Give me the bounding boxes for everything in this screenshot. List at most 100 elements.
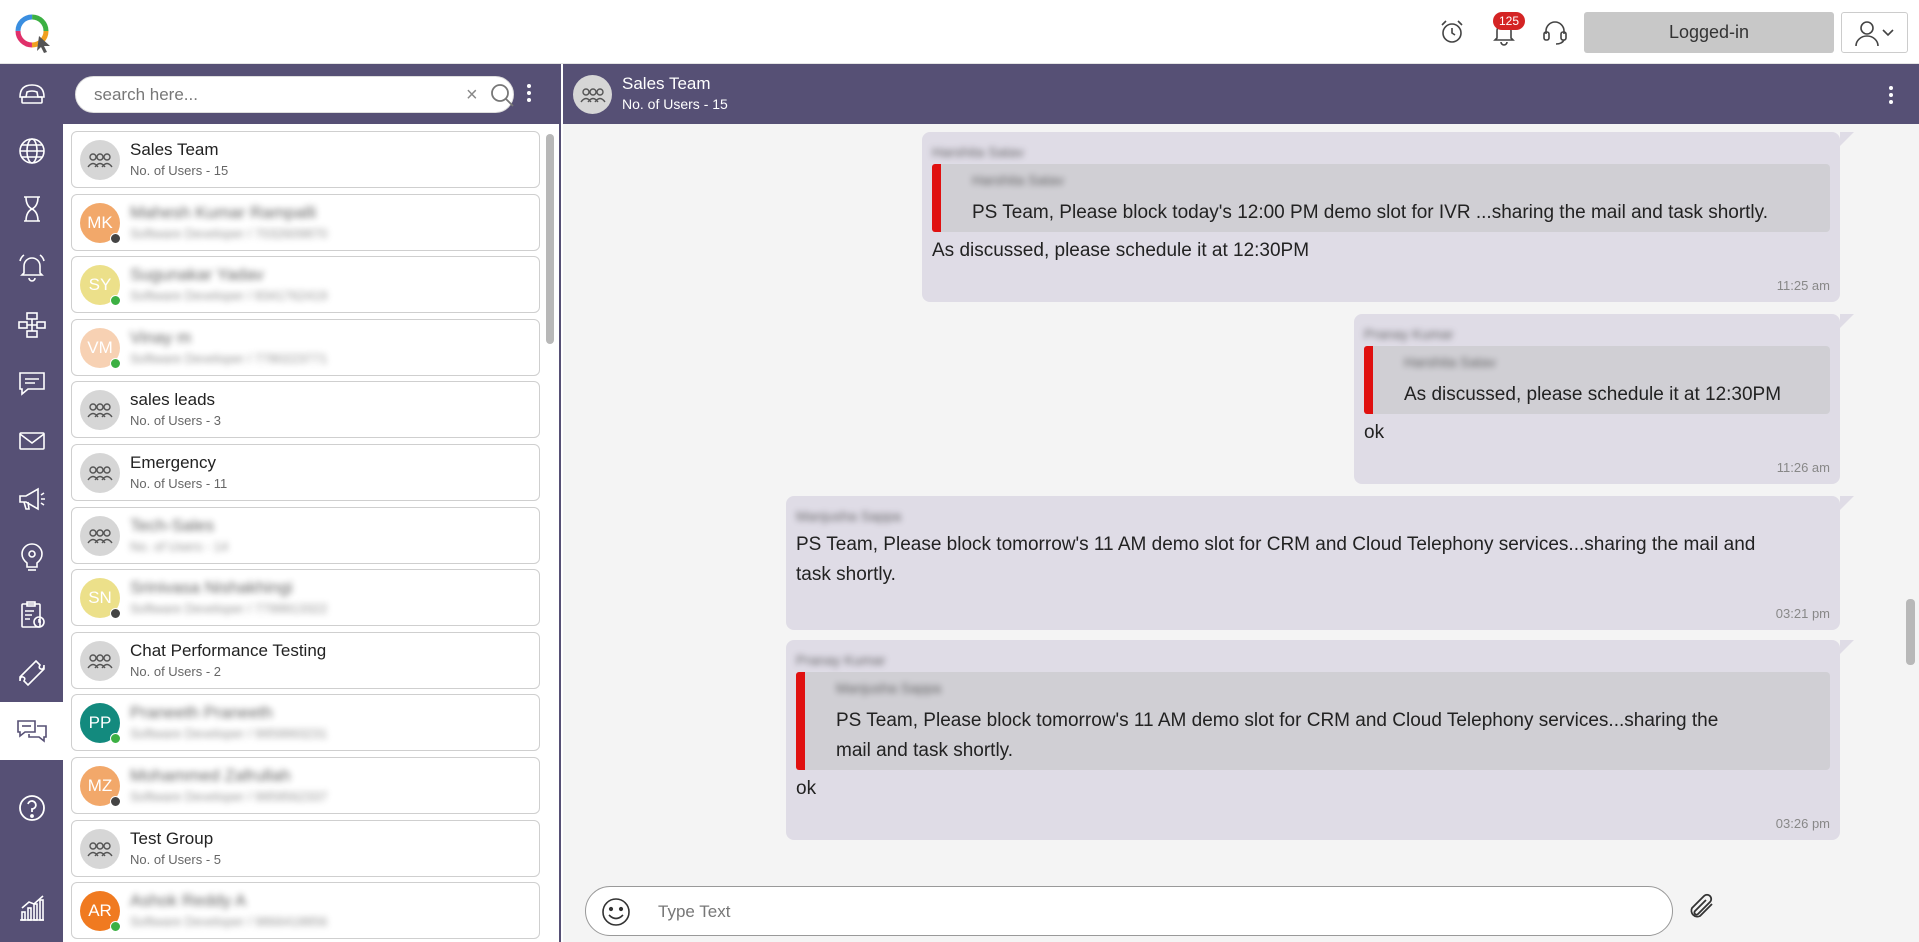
notification-count-badge: 125 bbox=[1493, 12, 1526, 30]
contact-name: Test Group bbox=[130, 828, 214, 848]
contact-item[interactable]: SY Sugunakar Yadav Software Developer / 83… bbox=[71, 256, 540, 314]
sidebar-item-flows[interactable] bbox=[0, 296, 63, 354]
contact-item[interactable]: Emergency No. of Users - 11 bbox=[71, 444, 540, 501]
sidebar-item-tasks[interactable] bbox=[0, 586, 63, 644]
sidebar-item-analytics[interactable] bbox=[0, 879, 63, 937]
contact-item[interactable]: MZ Mohammed Zafrullah Software Developer /… bbox=[71, 757, 540, 814]
status-button[interactable]: Logged-in bbox=[1584, 12, 1834, 53]
clear-search-icon[interactable]: × bbox=[466, 84, 478, 107]
quoted-message[interactable]: Harshita Satav As discussed, please sche… bbox=[1364, 346, 1830, 414]
search-icon[interactable] bbox=[489, 82, 515, 108]
message-sender: Manjusha Sappa bbox=[796, 508, 902, 524]
sidebar-item-globe[interactable] bbox=[0, 122, 63, 180]
contact-subtitle: No. of Users - 11 bbox=[130, 476, 228, 491]
message-text: As discussed, please schedule it at 12:3… bbox=[932, 240, 1310, 261]
contact-subtitle: Software Developer / 7799913322 bbox=[130, 601, 328, 617]
contact-item[interactable]: Chat Performance Testing No. of Users - 2 bbox=[71, 631, 540, 689]
hourglass-icon bbox=[23, 196, 40, 222]
chat-bubbles-icon bbox=[16, 720, 47, 743]
group-avatar bbox=[80, 515, 120, 556]
contact-list-scrollbar[interactable] bbox=[546, 134, 554, 344]
contact-subtitle: Software Developer / 9866418856 bbox=[130, 914, 328, 930]
quoted-message[interactable]: Manjusha Sappa PS Team, Please block tom… bbox=[796, 672, 1830, 770]
chat-icon bbox=[18, 372, 45, 396]
quoted-message[interactable]: Harshita Satav PS Team, Please block tod… bbox=[932, 164, 1830, 232]
presence-status-dot bbox=[110, 796, 121, 807]
contact-item[interactable]: sales leads No. of Users - 3 bbox=[71, 381, 540, 439]
chat-menu-icon[interactable] bbox=[1889, 86, 1893, 104]
sidebar-item-email[interactable] bbox=[0, 412, 63, 470]
search-box: × bbox=[75, 76, 514, 113]
contact-subtitle: No. of Users - 5 bbox=[130, 851, 222, 867]
alarm-clock-icon[interactable] bbox=[1434, 14, 1470, 50]
contact-item[interactable]: VM Vinay m Software Developer / 7780223771 bbox=[71, 318, 540, 376]
group-icon bbox=[87, 403, 113, 418]
sidebar-item-messages[interactable] bbox=[0, 354, 63, 412]
message-text-line: PS Team, Please block tomorrow's 11 AM d… bbox=[796, 534, 1756, 555]
attachment-icon[interactable] bbox=[1686, 890, 1720, 924]
message-composer bbox=[585, 886, 1673, 936]
help-icon bbox=[18, 795, 45, 821]
contact-item[interactable]: PP Praneeth Praneeth Software Developer / … bbox=[71, 694, 540, 752]
contact-item[interactable]: Sales Team No. of Users - 15 bbox=[71, 131, 540, 188]
quoted-text: As discussed, please schedule it at 12:3… bbox=[1404, 384, 1782, 405]
user-menu-button[interactable] bbox=[1841, 12, 1908, 53]
contact-subtitle: Software Developer / 8341762419 bbox=[130, 288, 328, 304]
message-sender: Harshita Satav bbox=[932, 144, 1024, 160]
group-icon bbox=[87, 841, 113, 857]
contact-name: Srinivasa Nishakhingi bbox=[130, 578, 293, 598]
contact-name: Sales Team bbox=[130, 140, 219, 159]
contact-item[interactable]: Test Group No. of Users - 5 bbox=[71, 819, 540, 877]
lightbulb-icon bbox=[20, 543, 43, 571]
group-icon bbox=[87, 528, 113, 544]
chat-member-count: No. of Users - 15 bbox=[622, 96, 728, 112]
contact-item[interactable]: MK Mahesh Kumar Rampalli Software Develope… bbox=[71, 193, 540, 251]
contact-item[interactable]: Tech-Sales No. of Users - 14 bbox=[71, 506, 540, 564]
globe-icon bbox=[18, 138, 45, 164]
presence-status-dot bbox=[110, 357, 121, 369]
search-input[interactable] bbox=[94, 83, 434, 107]
contact-subtitle: Software Developer / 9959993231 bbox=[130, 726, 328, 742]
message-bubble: Pranay Kumar Harshita Satav As discussed… bbox=[1354, 314, 1854, 484]
user-icon bbox=[1854, 20, 1894, 46]
app-logo-icon[interactable] bbox=[13, 12, 55, 54]
chat-scrollbar[interactable] bbox=[1906, 599, 1915, 665]
sidebar-item-help[interactable] bbox=[0, 779, 63, 837]
contacts-header: × bbox=[63, 64, 559, 124]
contact-item[interactable]: SN Srinivasa Nishakhingi Software Develope… bbox=[71, 569, 540, 627]
contacts-panel: × Sales Team No. of Users - 15 MKMahesh Ku… bbox=[63, 64, 561, 942]
group-avatar bbox=[80, 828, 120, 869]
message-time: 03:21 pm bbox=[1775, 606, 1830, 621]
contact-subtitle: Software Developer / 7032609870 bbox=[130, 225, 328, 241]
sidebar-nav bbox=[0, 64, 63, 942]
group-icon bbox=[579, 87, 606, 102]
sidebar-item-timer[interactable] bbox=[0, 180, 63, 238]
message-time: 03:26 pm bbox=[1775, 816, 1830, 831]
contacts-menu-icon[interactable] bbox=[527, 84, 531, 102]
group-icon bbox=[87, 466, 113, 481]
contact-name: Ashok Reddy A bbox=[130, 891, 247, 911]
chat-panel: Sales Team No. of Users - 15 Harshita Sa… bbox=[563, 64, 1919, 942]
message-text: ok bbox=[796, 778, 817, 799]
headset-icon[interactable] bbox=[1537, 14, 1573, 50]
contact-item[interactable]: AR Ashok Reddy A Software Developer / 9866… bbox=[71, 882, 540, 940]
emoji-icon[interactable] bbox=[600, 896, 632, 928]
contact-name: Tech-Sales bbox=[130, 515, 215, 535]
contact-name: Sugunakar Yadav bbox=[130, 265, 264, 285]
presence-status-dot bbox=[110, 921, 121, 933]
message-sender: Pranay Kumar bbox=[1364, 326, 1454, 342]
phone-icon bbox=[18, 84, 45, 104]
sidebar-item-ideas[interactable] bbox=[0, 528, 63, 586]
sidebar-item-chat[interactable] bbox=[0, 702, 63, 760]
sidebar-item-phone[interactable] bbox=[0, 64, 63, 122]
top-bar: 125 Logged-in bbox=[0, 0, 1919, 64]
sidebar-item-alerts[interactable] bbox=[0, 238, 63, 296]
message-time: 11:25 am bbox=[1776, 278, 1830, 293]
contact-list: Sales Team No. of Users - 15 MK Mahesh Kuma… bbox=[63, 130, 559, 942]
presence-status-dot bbox=[110, 733, 121, 745]
sidebar-item-tickets[interactable] bbox=[0, 644, 63, 702]
sidebar-item-campaigns[interactable] bbox=[0, 470, 63, 528]
group-avatar bbox=[80, 140, 120, 180]
ticket-icon bbox=[18, 659, 45, 687]
message-input[interactable] bbox=[658, 899, 1638, 925]
